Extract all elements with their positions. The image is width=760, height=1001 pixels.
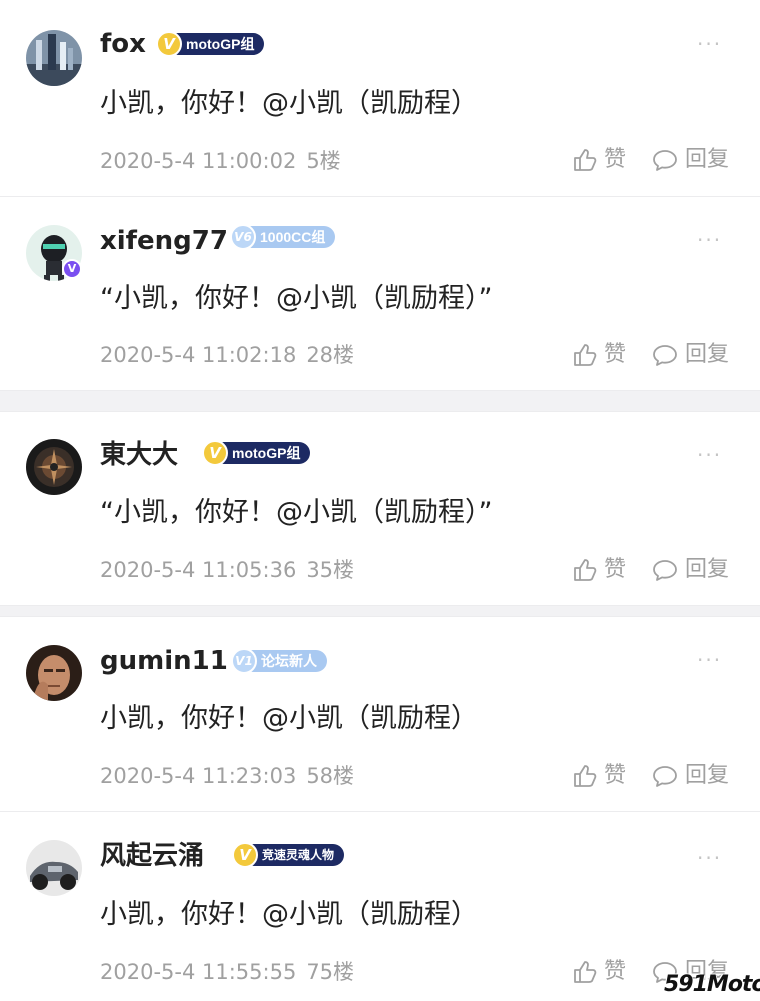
floor-number: 58楼 <box>306 764 355 788</box>
timestamp: 2020-5-4 11:02:18 <box>100 343 297 367</box>
v-icon: V <box>156 31 182 57</box>
like-button[interactable]: 赞 <box>572 959 626 985</box>
like-label: 赞 <box>604 342 627 367</box>
level-badge: V 竞速灵魂人物 <box>232 842 345 868</box>
reply-label: 回复 <box>685 342 730 367</box>
username[interactable]: 风起云涌 <box>100 840 204 872</box>
username[interactable]: gumin11 <box>100 645 228 677</box>
reply-button[interactable]: 回复 <box>651 342 729 368</box>
reply-button[interactable]: 回复 <box>651 147 729 173</box>
badge-label: motoGP组 <box>220 442 311 464</box>
username[interactable]: 東大大 <box>100 439 178 471</box>
comment-item: V xifeng77 V6 1000CC组 ··· “小凯，你好！@小凯（凯励程… <box>0 197 760 390</box>
level-badge: V1 论坛新人 <box>231 648 327 674</box>
floor-number: 28楼 <box>306 343 355 367</box>
badge-label: motoGP组 <box>174 33 265 55</box>
badge-label: 论坛新人 <box>249 650 327 672</box>
comment-text: 小凯，你好！@小凯（凯励程） <box>100 899 478 930</box>
comment-item: 风起云涌 V 竞速灵魂人物 ··· 小凯，你好！@小凯（凯励程） 2020-5-… <box>0 812 760 1001</box>
username[interactable]: fox <box>100 28 146 60</box>
comment-text: 小凯，你好！@小凯（凯励程） <box>100 88 478 119</box>
speech-bubble-icon <box>653 766 677 787</box>
thumbs-up-icon <box>574 344 597 366</box>
more-dots-icon[interactable]: ··· <box>697 848 722 868</box>
thumbs-up-icon <box>574 961 597 983</box>
v-icon: V1 <box>231 648 257 674</box>
more-dots-icon[interactable]: ··· <box>697 445 722 465</box>
speech-bubble-icon <box>653 345 677 366</box>
section-separator <box>0 390 760 412</box>
badge-label: 1000CC组 <box>248 226 336 248</box>
comment-meta: 2020-5-4 11:23:03 58楼 <box>100 763 354 789</box>
level-badge: V motoGP组 <box>156 31 265 57</box>
comment-meta: 2020-5-4 11:00:02 5楼 <box>100 148 341 174</box>
avatar[interactable] <box>26 840 82 896</box>
section-separator <box>0 605 760 617</box>
site-watermark: 591Moto <box>664 972 760 997</box>
speech-bubble-icon <box>653 150 677 171</box>
reply-button[interactable]: 回复 <box>651 557 729 583</box>
floor-number: 5楼 <box>306 149 341 173</box>
thumbs-up-icon <box>574 559 597 581</box>
avatar[interactable] <box>26 30 82 86</box>
level-badge: V motoGP组 <box>202 440 311 466</box>
badge-label: 竞速灵魂人物 <box>250 844 345 866</box>
comment-item: fox V motoGP组 ··· 小凯，你好！@小凯（凯励程） 2020-5-… <box>0 0 760 194</box>
comment-text: “小凯，你好！@小凯（凯励程）” <box>100 497 493 528</box>
reply-button[interactable]: 回复 <box>651 763 729 789</box>
more-dots-icon[interactable]: ··· <box>697 34 722 54</box>
timestamp: 2020-5-4 11:23:03 <box>100 764 297 788</box>
username[interactable]: xifeng77 <box>100 225 228 257</box>
v-icon: V <box>202 440 228 466</box>
comment-text: 小凯，你好！@小凯（凯励程） <box>100 703 478 734</box>
comment-meta: 2020-5-4 11:55:55 75楼 <box>100 959 354 985</box>
reply-label: 回复 <box>685 557 730 582</box>
like-label: 赞 <box>604 959 627 984</box>
like-button[interactable]: 赞 <box>572 342 626 368</box>
vip-verified-icon: V <box>62 259 82 279</box>
comment-meta: 2020-5-4 11:02:18 28楼 <box>100 342 354 368</box>
comment-item: gumin11 V1 论坛新人 ··· 小凯，你好！@小凯（凯励程） 2020-… <box>0 617 760 810</box>
comment-meta: 2020-5-4 11:05:36 35楼 <box>100 557 354 583</box>
level-badge: V6 1000CC组 <box>230 224 336 250</box>
comment-item: 東大大 V motoGP组 ··· “小凯，你好！@小凯（凯励程）” 2020-… <box>0 412 760 605</box>
speech-bubble-icon <box>653 560 677 581</box>
avatar[interactable] <box>26 645 82 701</box>
like-button[interactable]: 赞 <box>572 557 626 583</box>
comment-text: “小凯，你好！@小凯（凯励程）” <box>100 283 493 314</box>
timestamp: 2020-5-4 11:55:55 <box>100 960 297 984</box>
floor-number: 75楼 <box>306 960 355 984</box>
like-label: 赞 <box>604 763 627 788</box>
more-dots-icon[interactable]: ··· <box>697 230 722 250</box>
v-icon: V <box>232 842 258 868</box>
floor-number: 35楼 <box>306 558 355 582</box>
timestamp: 2020-5-4 11:05:36 <box>100 558 297 582</box>
reply-label: 回复 <box>685 147 730 172</box>
v-icon: V6 <box>230 224 256 250</box>
reply-label: 回复 <box>685 763 730 788</box>
more-dots-icon[interactable]: ··· <box>697 650 722 670</box>
like-button[interactable]: 赞 <box>572 147 626 173</box>
thumbs-up-icon <box>574 765 597 787</box>
like-label: 赞 <box>604 557 627 582</box>
like-label: 赞 <box>604 147 627 172</box>
like-button[interactable]: 赞 <box>572 763 626 789</box>
avatar[interactable] <box>26 439 82 495</box>
thumbs-up-icon <box>574 149 597 171</box>
timestamp: 2020-5-4 11:00:02 <box>100 149 297 173</box>
